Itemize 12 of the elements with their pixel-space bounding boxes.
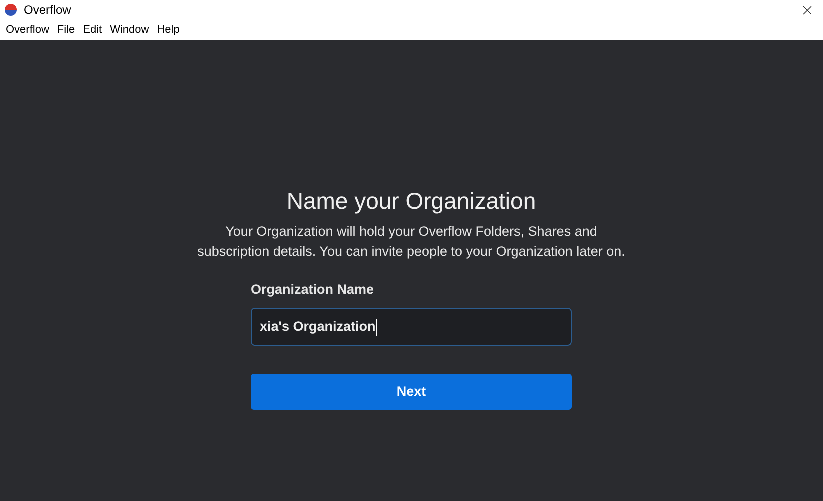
field-label: Organization Name <box>251 281 376 299</box>
page-heading: Name your Organization <box>286 187 536 216</box>
menu-item[interactable]: Help <box>153 22 184 38</box>
next-button[interactable]: Next <box>251 374 572 410</box>
window-title: Overflow <box>24 2 72 19</box>
menu-item[interactable]: Overflow <box>2 22 54 38</box>
description: Your Organization will hold your Overflow Folders, Shares and subscription details. You can invite people to your Organization later on. <box>196 223 626 261</box>
menu-item[interactable]: Edit <box>79 22 106 38</box>
menu-item[interactable]: Window <box>106 22 154 38</box>
menu-item[interactable]: File <box>53 22 80 38</box>
organization-name-field[interactable]: xia's Organization <box>251 308 572 346</box>
app-logo-icon <box>4 3 18 17</box>
